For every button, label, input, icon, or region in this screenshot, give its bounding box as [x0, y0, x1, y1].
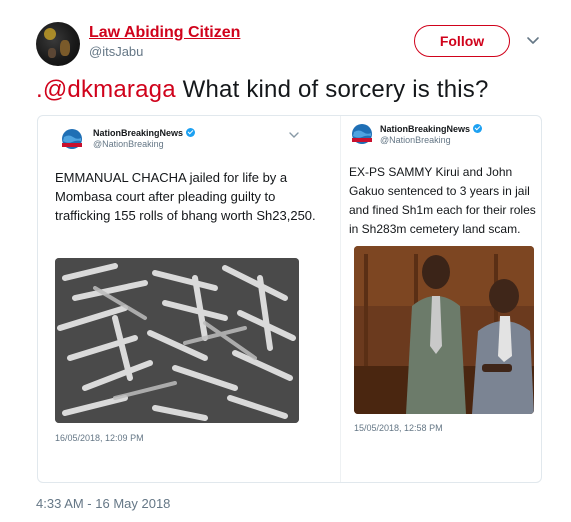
nation-logo-icon [62, 129, 82, 149]
follow-button[interactable]: Follow [414, 25, 510, 57]
embedded-tweet-1[interactable]: NationBreakingNews @NationBreaking EMMAN… [38, 116, 340, 482]
tweet-timestamp[interactable]: 4:33 AM - 16 May 2018 [36, 496, 170, 511]
embed-date: 16/05/2018, 12:09 PM [55, 433, 144, 443]
embed-account-name: NationBreakingNews [380, 124, 483, 134]
embed-date: 15/05/2018, 12:58 PM [354, 423, 443, 433]
verified-badge-icon [473, 124, 483, 133]
verified-badge-icon [186, 128, 196, 137]
media-card[interactable]: NationBreakingNews @NationBreaking EMMAN… [37, 115, 542, 483]
avatar[interactable] [36, 22, 80, 66]
embed-text: EMMANUAL CHACHA jailed for life by a Mom… [55, 170, 316, 223]
courtroom-image [354, 246, 534, 414]
embed-account-handle: @NationBreaking [380, 135, 451, 145]
chevron-down-icon[interactable] [288, 131, 300, 139]
chevron-down-icon[interactable] [524, 34, 542, 48]
tweet-header: Law Abiding Citizen @itsJabu Follow [0, 0, 571, 80]
nation-logo-icon [352, 124, 372, 144]
tweet-text: .@dkmaraga What kind of sorcery is this? [36, 76, 489, 104]
author-name[interactable]: Law Abiding Citizen [89, 24, 240, 42]
tweet-body: What kind of sorcery is this? [175, 76, 489, 103]
bhang-rolls-image [55, 258, 299, 423]
author-handle[interactable]: @itsJabu [89, 44, 143, 59]
bhang-rolls-photo[interactable] [55, 258, 299, 423]
court-photo[interactable] [354, 246, 534, 414]
embedded-tweet-2[interactable]: NationBreakingNews @NationBreaking EX-PS… [341, 116, 541, 482]
embed-account-handle: @NationBreaking [93, 139, 164, 149]
embed-account-name: NationBreakingNews [93, 128, 196, 138]
mention-link[interactable]: .@dkmaraga [36, 76, 176, 103]
embed-text: EX-PS SAMMY Kirui and John Gakuo sentenc… [349, 165, 536, 236]
